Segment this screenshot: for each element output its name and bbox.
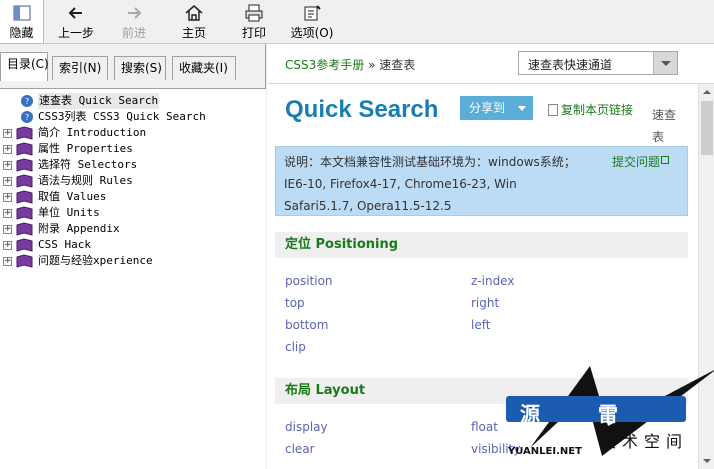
- prop-link[interactable]: left: [471, 318, 490, 332]
- printer-icon: [245, 4, 263, 22]
- options-button[interactable]: 选项(O): [290, 0, 334, 44]
- breadcrumb-separator: »: [368, 58, 376, 72]
- expand-icon[interactable]: +: [3, 209, 12, 218]
- prop-link[interactable]: clear: [285, 442, 315, 456]
- book-icon: [16, 174, 33, 188]
- logo-url: YUANLEI.NET: [508, 446, 582, 457]
- svg-text:?: ?: [25, 113, 30, 122]
- compat-note: 说明：本文档兼容性测试基础环境为：windows系统； IE6-10, Fire…: [275, 146, 688, 216]
- hide-pane-icon: [13, 5, 30, 21]
- quick-channel-select[interactable]: 速查表快速通道: [518, 51, 678, 75]
- content-header: CSS3参考手册 » 速查表 速查表快速通道: [267, 44, 714, 84]
- home-icon: [185, 5, 203, 21]
- prop-link[interactable]: bottom: [285, 318, 328, 332]
- copy-link-label: 复制本页链接: [561, 103, 634, 117]
- help-page-icon: ?: [21, 95, 33, 107]
- print-button[interactable]: 打印: [232, 0, 276, 44]
- tab-index[interactable]: 索引(N): [52, 56, 108, 80]
- tab-contents[interactable]: 目录(C): [0, 52, 49, 81]
- note-line-2: IE6-10, Firefox4-17, Chrome16-23, Win: [284, 177, 517, 191]
- prop-link[interactable]: position: [285, 274, 333, 288]
- scroll-up-icon[interactable]: [699, 84, 714, 100]
- home-button[interactable]: 主页: [172, 0, 216, 44]
- prop-link[interactable]: top: [285, 296, 305, 310]
- submit-issue-link[interactable]: 提交问题: [612, 151, 670, 173]
- external-link-icon: [661, 156, 670, 164]
- expand-icon[interactable]: +: [3, 257, 12, 266]
- quick-channel-value: 速查表快速通道: [528, 58, 613, 72]
- breadcrumb: CSS3参考手册 » 速查表: [285, 56, 415, 73]
- breadcrumb-current: 速查表: [379, 58, 416, 72]
- scroll-thumb[interactable]: [701, 101, 713, 155]
- expand-icon[interactable]: +: [3, 193, 12, 202]
- chevron-down-icon[interactable]: [653, 52, 677, 74]
- prop-link[interactable]: clip: [285, 340, 306, 354]
- expand-icon[interactable]: +: [3, 145, 12, 154]
- back-button[interactable]: 上一步: [52, 0, 100, 44]
- back-arrow-icon: [68, 7, 82, 19]
- logo-subtitle: 技术空间: [600, 432, 689, 451]
- breadcrumb-root-link[interactable]: CSS3参考手册: [285, 58, 364, 72]
- navigation-pane: 目录(C) 索引(N) 搜索(S) 收藏夹(I) ? 速查表 Quick Sea…: [0, 44, 266, 469]
- book-icon: [16, 126, 33, 140]
- options-icon: [304, 5, 321, 21]
- expand-icon[interactable]: +: [3, 225, 12, 234]
- share-button[interactable]: 分享到: [460, 96, 533, 120]
- watermark-logo: 源 雷 技术空间 YUANLEI.NET: [490, 366, 714, 469]
- expand-icon[interactable]: +: [3, 161, 12, 170]
- contents-tree: ? 速查表 Quick Search ? CSS3列表 CSS3 Quick S…: [0, 88, 266, 469]
- prop-link[interactable]: display: [285, 420, 328, 434]
- submit-issue-label: 提交问题: [612, 155, 661, 169]
- logo-char-2: 雷: [598, 402, 618, 426]
- copy-link-button[interactable]: 复制本页链接: [548, 101, 633, 118]
- hide-button[interactable]: 隐藏: [0, 0, 44, 44]
- nav-tabs: 目录(C) 索引(N) 搜索(S) 收藏夹(I): [0, 52, 266, 81]
- document-icon: [548, 104, 558, 116]
- tab-favorites[interactable]: 收藏夹(I): [172, 56, 236, 80]
- page-title: Quick Search: [285, 96, 439, 123]
- logo-char-1: 源: [520, 402, 540, 426]
- forward-button[interactable]: 前进: [112, 0, 156, 44]
- help-page-icon: ?: [21, 111, 33, 123]
- book-icon: [16, 158, 33, 172]
- note-line-3: Safari5.1.7, Opera11.5-12.5: [284, 199, 452, 213]
- book-icon: [16, 206, 33, 220]
- expand-icon[interactable]: +: [3, 241, 12, 250]
- svg-text:?: ?: [25, 97, 30, 106]
- forward-arrow-icon: [128, 7, 142, 19]
- book-icon: [16, 142, 33, 156]
- section-positioning-header: 定位 Positioning: [275, 232, 688, 258]
- book-icon: [16, 254, 33, 268]
- expand-icon[interactable]: +: [3, 177, 12, 186]
- book-icon: [16, 190, 33, 204]
- toolbar: 隐藏 上一步 前进 主页 打印 选项(O): [0, 0, 714, 44]
- book-icon: [16, 238, 33, 252]
- tab-search[interactable]: 搜索(S): [114, 56, 166, 80]
- expand-icon[interactable]: +: [3, 129, 12, 138]
- quick-search-label: 速查表: [652, 108, 677, 144]
- prop-link[interactable]: z-index: [471, 274, 514, 288]
- book-icon: [16, 222, 33, 236]
- prop-link[interactable]: right: [471, 296, 499, 310]
